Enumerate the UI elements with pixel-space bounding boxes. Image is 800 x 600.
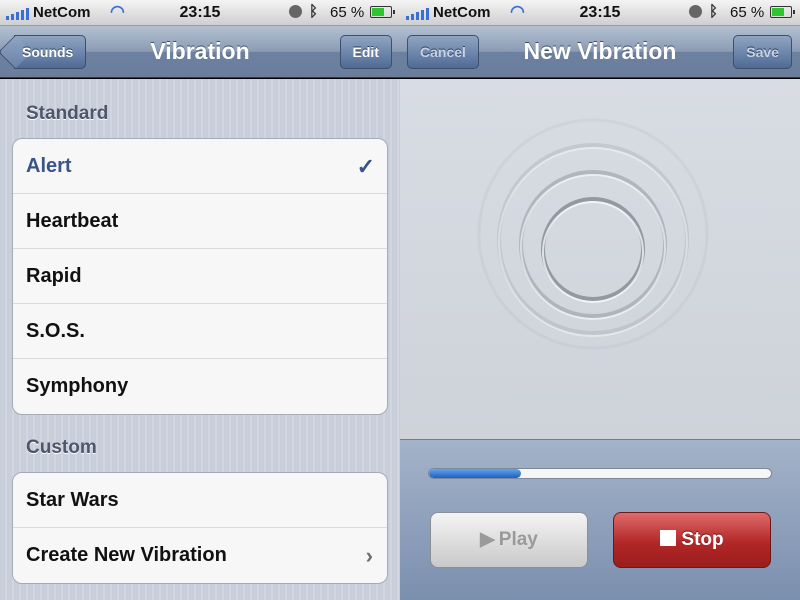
section-header-standard: Standard <box>26 103 109 124</box>
list-item-label: Star Wars <box>26 489 119 511</box>
list-item-sos[interactable]: S.O.S. <box>13 304 387 359</box>
new-vibration-screen: NetCom ◠ 23:15 ᛒ 65 % Cancel New Vibrati… <box>400 0 800 600</box>
progress-fill <box>429 469 522 478</box>
list-item-label: Symphony <box>26 375 129 397</box>
list-item-label: Heartbeat <box>26 210 119 232</box>
rotation-lock-icon <box>289 5 302 18</box>
play-button[interactable]: ▶ Play <box>430 512 588 568</box>
nav-bar: Sounds Vibration Edit <box>0 26 400 78</box>
list-item-symphony[interactable]: Symphony <box>13 359 387 414</box>
standard-group: Alert ✓ Heartbeat Rapid S.O.S. Symphony <box>12 138 388 415</box>
list-item-alert[interactable]: Alert ✓ <box>13 139 387 194</box>
battery-icon <box>770 6 795 18</box>
section-header-custom: Custom <box>26 437 97 458</box>
list-item-label: S.O.S. <box>26 320 85 342</box>
play-icon: ▶ <box>480 529 495 550</box>
vibration-list-screen: NetCom ◠ 23:15 ᛒ 65 % Sounds Vibration E… <box>0 0 400 600</box>
vibration-table: Standard Alert ✓ Heartbeat Rapid S.O.S. … <box>0 79 400 600</box>
checkmark-icon: ✓ <box>356 154 375 179</box>
status-bar: NetCom ◠ 23:15 ᛒ 65 % <box>400 0 800 26</box>
list-item-star-wars[interactable]: Star Wars <box>13 473 387 528</box>
list-item-label: Alert <box>26 155 72 177</box>
list-item-label: Create New Vibration <box>26 544 227 566</box>
stop-label: Stop <box>681 529 724 550</box>
vibration-tap-area[interactable] <box>400 79 800 439</box>
bluetooth-icon: ᛒ <box>709 3 719 20</box>
vibration-progress-bar <box>428 468 772 479</box>
battery-percent: 65 % <box>330 4 365 21</box>
chevron-right-icon: › <box>365 543 373 568</box>
play-label: Play <box>498 529 538 550</box>
custom-group: Star Wars Create New Vibration › <box>12 472 388 584</box>
list-item-rapid[interactable]: Rapid <box>13 249 387 304</box>
stop-icon <box>660 530 677 546</box>
stop-button[interactable]: Stop <box>613 512 771 568</box>
bluetooth-icon: ᛒ <box>309 3 319 20</box>
status-bar: NetCom ◠ 23:15 ᛒ 65 % <box>0 0 400 26</box>
list-item-create-new-vibration[interactable]: Create New Vibration › <box>13 528 387 583</box>
playback-controls: ▶ Play Stop <box>400 439 800 600</box>
ripple-graphic <box>477 118 709 350</box>
rotation-lock-icon <box>689 5 702 18</box>
edit-button[interactable]: Edit <box>339 35 392 69</box>
save-button[interactable]: Save <box>733 35 792 69</box>
list-item-label: Rapid <box>26 265 82 287</box>
battery-icon <box>370 6 395 18</box>
battery-percent: 65 % <box>730 4 765 21</box>
nav-bar: Cancel New Vibration Save <box>400 26 800 78</box>
list-item-heartbeat[interactable]: Heartbeat <box>13 194 387 249</box>
